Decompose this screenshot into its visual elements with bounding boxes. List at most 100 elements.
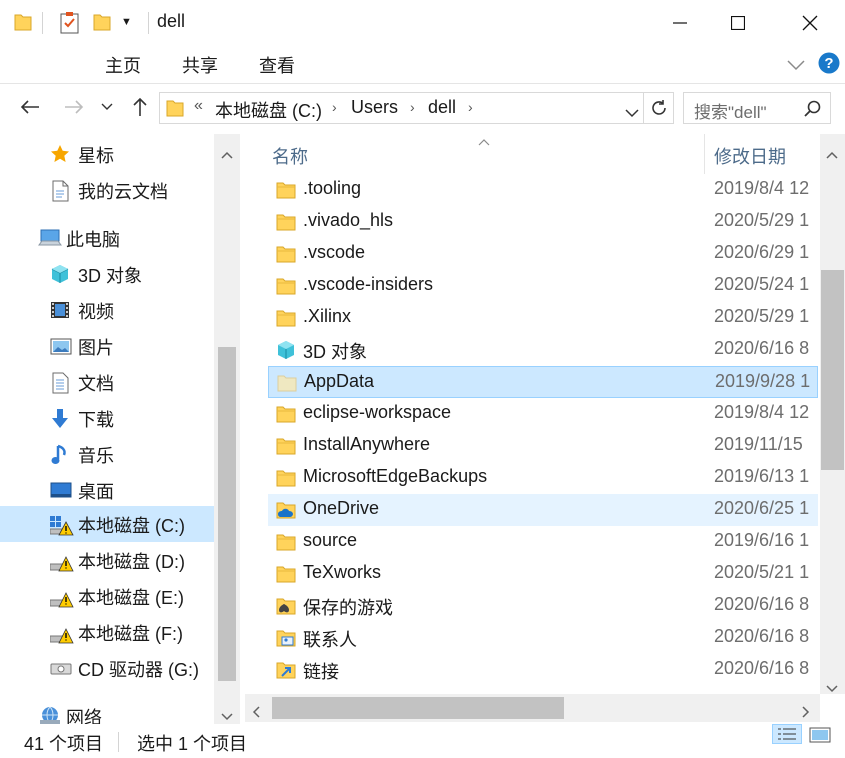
search-input[interactable]: 搜索"dell" bbox=[683, 92, 831, 124]
breadcrumb-users[interactable]: Users bbox=[351, 97, 398, 118]
nav-item-music[interactable]: 音乐 bbox=[0, 436, 214, 472]
breadcrumb-c-drive[interactable]: 本地磁盘 (C:) bbox=[215, 97, 322, 123]
status-bar: 41 个项目 选中 1 个项目 bbox=[0, 724, 845, 758]
scroll-down-icon[interactable] bbox=[826, 678, 838, 698]
scroll-up-icon[interactable] bbox=[221, 144, 233, 164]
column-header-date[interactable]: 修改日期 bbox=[714, 143, 786, 169]
search-icon bbox=[804, 100, 822, 123]
download-icon bbox=[50, 408, 70, 428]
search-placeholder: 搜索"dell" bbox=[694, 103, 767, 122]
tab-view[interactable]: 查看 bbox=[259, 52, 295, 78]
nav-item-label: 本地磁盘 (C:) bbox=[78, 516, 185, 536]
3d-objects-icon bbox=[50, 264, 70, 284]
scroll-down-icon[interactable] bbox=[221, 706, 233, 726]
address-bar[interactable]: « 本地磁盘 (C:) › Users › dell › bbox=[159, 92, 644, 124]
file-name: .vscode-insiders bbox=[303, 274, 434, 294]
nav-item-3d-objects[interactable]: 3D 对象 bbox=[0, 256, 214, 292]
folder-icon bbox=[276, 436, 296, 456]
chevron-right-icon[interactable]: › bbox=[410, 99, 415, 115]
nav-pane-scroll-thumb[interactable] bbox=[218, 347, 236, 681]
details-view-icon[interactable] bbox=[772, 724, 802, 749]
file-row[interactable]: 联系人 2020/6/16 8 bbox=[268, 622, 818, 654]
contacts-icon bbox=[276, 628, 296, 648]
tab-home[interactable]: 主页 bbox=[105, 52, 141, 78]
file-row[interactable]: .vivado_hls 2020/5/29 1 bbox=[268, 206, 818, 238]
address-overflow[interactable]: « bbox=[194, 97, 203, 115]
scroll-up-icon[interactable] bbox=[826, 144, 838, 164]
file-row[interactable]: InstallAnywhere 2019/11/15 bbox=[268, 430, 818, 462]
file-name: 链接 bbox=[303, 662, 339, 682]
minimize-button[interactable] bbox=[651, 0, 709, 46]
nav-item-network[interactable]: 网络 bbox=[0, 698, 214, 724]
file-list-horizontal-thumb[interactable] bbox=[272, 697, 564, 719]
up-button[interactable] bbox=[127, 94, 153, 120]
properties-icon[interactable] bbox=[60, 12, 79, 34]
maximize-button[interactable] bbox=[709, 0, 767, 46]
nav-item-drive-d[interactable]: 本地磁盘 (D:) bbox=[0, 542, 214, 578]
file-date: 2020/5/29 1 bbox=[714, 306, 810, 326]
back-button[interactable] bbox=[17, 94, 43, 120]
nav-item-downloads[interactable]: 下载 bbox=[0, 400, 214, 436]
nav-item-drive-c[interactable]: 本地磁盘 (C:) bbox=[0, 506, 214, 542]
forward-button[interactable] bbox=[61, 94, 87, 120]
breadcrumb-dell[interactable]: dell bbox=[428, 97, 456, 118]
file-row[interactable]: 3D 对象 2020/6/16 8 bbox=[268, 334, 818, 366]
file-list-scroll-thumb[interactable] bbox=[821, 270, 844, 470]
nav-item-documents[interactable]: 文档 bbox=[0, 364, 214, 400]
large-icons-view-icon[interactable] bbox=[808, 726, 832, 749]
nav-item-label: 图片 bbox=[78, 338, 114, 358]
file-row[interactable]: 保存的游戏 2020/6/16 8 bbox=[268, 590, 818, 622]
file-row[interactable]: MicrosoftEdgeBackups 2019/6/13 1 bbox=[268, 462, 818, 494]
file-row[interactable]: source 2019/6/16 1 bbox=[268, 526, 818, 558]
column-header-name[interactable]: 名称 bbox=[272, 143, 308, 169]
file-row[interactable]: .vscode 2020/6/29 1 bbox=[268, 238, 818, 270]
file-row[interactable]: .Xilinx 2020/5/29 1 bbox=[268, 302, 818, 334]
scroll-right-icon[interactable] bbox=[802, 703, 810, 723]
links-icon bbox=[276, 660, 296, 680]
file-row[interactable]: AppData 2019/9/28 1 bbox=[268, 366, 818, 398]
file-row[interactable]: 链接 2020/6/16 8 bbox=[268, 654, 818, 686]
nav-item-starred[interactable]: 星标 bbox=[0, 136, 214, 172]
nav-item-videos[interactable]: 视频 bbox=[0, 292, 214, 328]
column-divider[interactable] bbox=[704, 134, 705, 174]
nav-item-label: 星标 bbox=[78, 146, 114, 166]
3d-objects-icon bbox=[276, 340, 296, 360]
tab-share[interactable]: 共享 bbox=[182, 52, 218, 78]
nav-item-pictures[interactable]: 图片 bbox=[0, 328, 214, 364]
nav-item-drive-e[interactable]: 本地磁盘 (E:) bbox=[0, 578, 214, 614]
file-row[interactable]: .tooling 2019/8/4 12 bbox=[268, 174, 818, 206]
customize-toolbar-icon[interactable]: ▼ bbox=[121, 16, 132, 28]
navigation-pane: 星标 我的云文档 此电脑 3D 对象 视频 图片 文档 下载 音乐 桌面 本地磁… bbox=[0, 134, 240, 724]
file-name: 3D 对象 bbox=[303, 342, 368, 362]
file-row[interactable]: TeXworks 2020/5/21 1 bbox=[268, 558, 818, 590]
new-folder-icon[interactable] bbox=[93, 12, 111, 32]
nav-item-label: 桌面 bbox=[78, 482, 114, 502]
file-row[interactable]: OneDrive 2020/6/25 1 bbox=[268, 494, 818, 526]
selected-count: 选中 1 个项目 bbox=[137, 734, 248, 754]
chevron-right-icon[interactable]: › bbox=[332, 99, 337, 115]
scroll-left-icon[interactable] bbox=[252, 703, 260, 723]
chevron-right-icon[interactable]: › bbox=[468, 99, 473, 115]
file-row[interactable]: eclipse-workspace 2019/8/4 12 bbox=[268, 398, 818, 430]
file-name: AppData bbox=[304, 371, 375, 391]
nav-item-cd-drive[interactable]: CD 驱动器 (G:) bbox=[0, 650, 214, 686]
ribbon: 主页 共享 查看 ? bbox=[0, 46, 845, 84]
nav-item-this-pc[interactable]: 此电脑 bbox=[0, 220, 214, 256]
pictures-icon bbox=[50, 336, 72, 356]
nav-item-desktop[interactable]: 桌面 bbox=[0, 472, 214, 508]
nav-item-label: 3D 对象 bbox=[78, 266, 143, 286]
nav-item-label: 本地磁盘 (D:) bbox=[78, 552, 185, 572]
saved-games-icon bbox=[276, 596, 296, 616]
expand-ribbon-icon[interactable] bbox=[787, 56, 805, 76]
recent-locations-button[interactable] bbox=[97, 94, 117, 120]
nav-item-drive-f[interactable]: 本地磁盘 (F:) bbox=[0, 614, 214, 650]
divider bbox=[118, 732, 119, 752]
address-dropdown-icon[interactable] bbox=[625, 103, 639, 123]
file-row[interactable]: .vscode-insiders 2020/5/24 1 bbox=[268, 270, 818, 302]
close-button[interactable] bbox=[781, 0, 839, 46]
help-icon[interactable]: ? bbox=[818, 52, 840, 79]
network-icon bbox=[38, 706, 60, 724]
nav-item-cloud-docs[interactable]: 我的云文档 bbox=[0, 172, 214, 208]
file-date: 2020/6/16 8 bbox=[714, 626, 810, 646]
refresh-button[interactable] bbox=[644, 92, 674, 124]
